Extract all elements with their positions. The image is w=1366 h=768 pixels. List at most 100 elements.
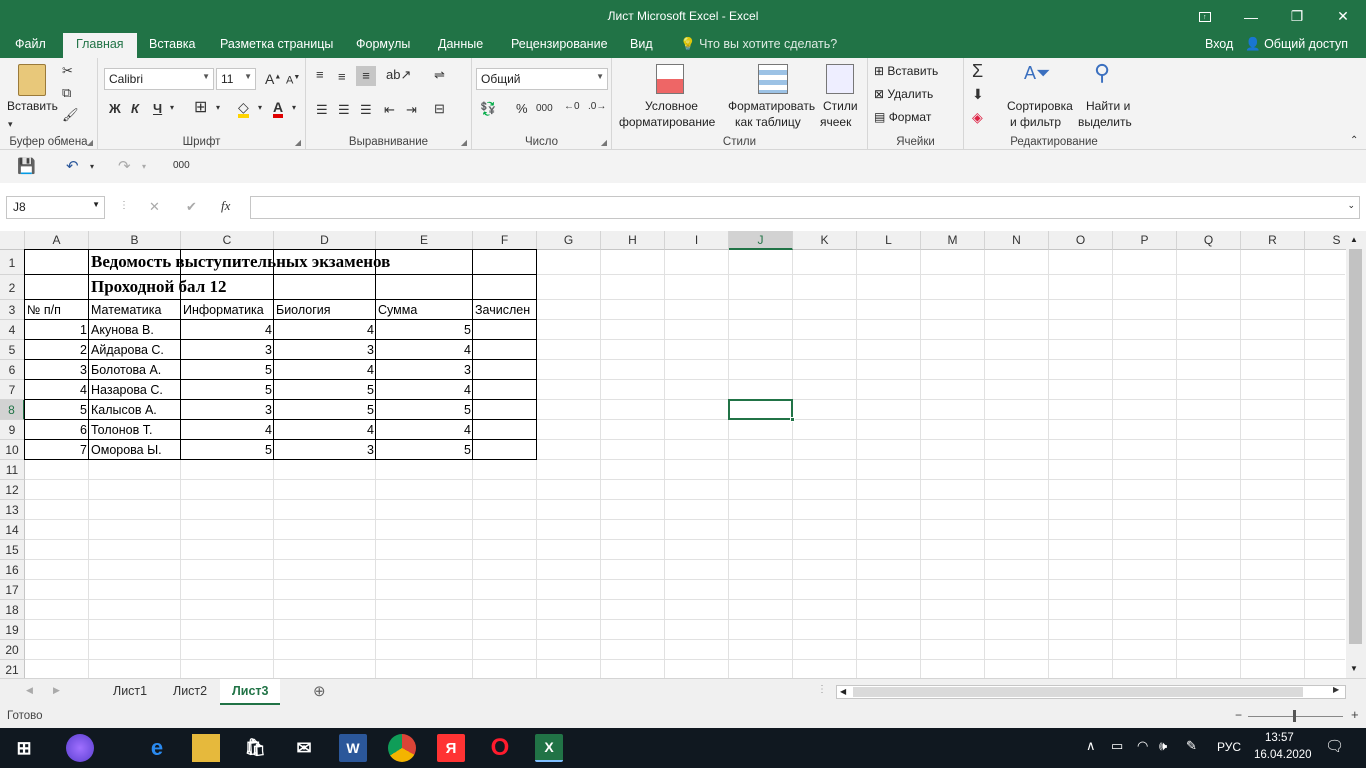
- insert-cells-button[interactable]: ⊞ Вставить: [874, 64, 938, 78]
- increase-decimal-icon[interactable]: ←0: [564, 102, 580, 112]
- thousands-button[interactable]: 000: [536, 104, 553, 114]
- alignment-launcher-icon[interactable]: ◢: [461, 138, 467, 147]
- name-box[interactable]: J8 ▼: [6, 196, 105, 219]
- cell-e5[interactable]: 4: [376, 340, 473, 360]
- orientation-icon[interactable]: ab↗: [386, 68, 411, 81]
- format-painter-icon[interactable]: 🖌: [62, 108, 79, 121]
- column-header-l[interactable]: L: [857, 231, 921, 250]
- cell-c6[interactable]: 5: [181, 360, 274, 380]
- number-launcher-icon[interactable]: ◢: [601, 138, 607, 147]
- clipboard-launcher-icon[interactable]: ◢: [87, 138, 93, 147]
- row-header-18[interactable]: 18: [0, 600, 25, 620]
- yandex-browser-icon[interactable]: Я: [437, 734, 465, 762]
- wrap-text-icon[interactable]: ⇌: [434, 68, 445, 81]
- row-header-3[interactable]: 3: [0, 300, 25, 320]
- cell-a10[interactable]: 7: [25, 440, 89, 460]
- store-icon[interactable]: 🛍: [241, 734, 269, 762]
- cell-b10[interactable]: Оморова Ы.: [89, 440, 181, 460]
- enter-icon[interactable]: ✔: [186, 200, 197, 213]
- bold-button[interactable]: Ж: [109, 102, 121, 115]
- align-bottom-icon[interactable]: ≡: [356, 66, 376, 86]
- cell-b5[interactable]: Айдарова С.: [89, 340, 181, 360]
- tab-insert[interactable]: Вставка: [149, 37, 195, 51]
- alice-assistant-icon[interactable]: [66, 734, 94, 762]
- sort-filter-label1[interactable]: Сортировка: [1007, 99, 1073, 113]
- worksheet-grid[interactable]: A B C D E F G H I J K L M N O P Q R S 1 2 3 4 5 6 7 8 9 10 11 12 13 14 15…: [0, 231, 1346, 678]
- row-header-8[interactable]: 8: [0, 400, 25, 420]
- column-header-i[interactable]: I: [665, 231, 729, 250]
- cancel-icon[interactable]: ✕: [149, 200, 160, 213]
- cell-e10[interactable]: 5: [376, 440, 473, 460]
- zoom-in-icon[interactable]: +: [1351, 707, 1359, 722]
- cell-a4[interactable]: 1: [25, 320, 89, 340]
- clear-icon[interactable]: ◈: [972, 110, 983, 124]
- cell-c5[interactable]: 3: [181, 340, 274, 360]
- restore-button[interactable]: ❐: [1274, 0, 1320, 33]
- row-header-11[interactable]: 11: [0, 460, 25, 480]
- row-header-10[interactable]: 10: [0, 440, 25, 460]
- tab-split-grip-icon[interactable]: ⋮: [817, 685, 827, 695]
- row-header-12[interactable]: 12: [0, 480, 25, 500]
- cell-b3[interactable]: Математика: [89, 300, 181, 320]
- cell-styles-label1[interactable]: Стили: [823, 99, 858, 113]
- find-select-label2[interactable]: выделить: [1078, 115, 1132, 129]
- column-header-s[interactable]: S: [1305, 231, 1346, 250]
- sheet-tab-1[interactable]: Лист1: [101, 679, 159, 705]
- pen-icon[interactable]: ✎: [1186, 738, 1197, 754]
- minimize-button[interactable]: —: [1228, 0, 1274, 33]
- cell-d4[interactable]: 4: [274, 320, 376, 340]
- sheet-tab-2[interactable]: Лист2: [161, 679, 219, 705]
- conditional-formatting-label2[interactable]: форматирование: [619, 115, 715, 129]
- row-header-14[interactable]: 14: [0, 520, 25, 540]
- format-as-table-label1[interactable]: Форматировать: [728, 99, 815, 113]
- horizontal-scrollbar[interactable]: ◀: [836, 685, 1346, 699]
- column-header-b[interactable]: B: [89, 231, 181, 250]
- cell-d10[interactable]: 3: [274, 440, 376, 460]
- battery-icon[interactable]: ▭: [1111, 738, 1123, 754]
- conditional-formatting-label1[interactable]: Условное: [645, 99, 698, 113]
- row-header-4[interactable]: 4: [0, 320, 25, 340]
- decrease-font-icon[interactable]: A▼: [286, 74, 300, 87]
- row-header-20[interactable]: 20: [0, 640, 25, 660]
- selected-cell-j8[interactable]: [728, 399, 793, 420]
- cell-e3[interactable]: Сумма: [376, 300, 473, 320]
- row-header-5[interactable]: 5: [0, 340, 25, 360]
- cell-a9[interactable]: 6: [25, 420, 89, 440]
- cell-b1[interactable]: Ведомость выступительных экзаменов: [89, 250, 392, 275]
- ribbon-display-options-button[interactable]: ↑: [1182, 0, 1228, 33]
- cell-styles-label2[interactable]: ячеек: [820, 115, 851, 129]
- clock-time[interactable]: 13:57: [1265, 732, 1294, 744]
- cell-d6[interactable]: 4: [274, 360, 376, 380]
- currency-icon[interactable]: 💱: [480, 102, 496, 115]
- tab-view[interactable]: Вид: [630, 37, 653, 51]
- insert-function-button[interactable]: fx: [221, 199, 230, 212]
- tab-review[interactable]: Рецензирование: [511, 37, 608, 51]
- start-windows-icon[interactable]: ⊞: [10, 734, 38, 762]
- volume-icon[interactable]: 🕪: [1159, 738, 1167, 754]
- save-icon[interactable]: 💾: [17, 159, 36, 174]
- redo-dropdown-icon[interactable]: ▾: [142, 163, 146, 171]
- align-left-icon[interactable]: ☰: [316, 103, 328, 116]
- format-as-table-icon[interactable]: [758, 64, 788, 94]
- column-header-e[interactable]: E: [376, 231, 473, 250]
- scroll-left-icon[interactable]: ◀: [840, 687, 846, 696]
- find-select-label1[interactable]: Найти и: [1086, 99, 1130, 113]
- row-header-2[interactable]: 2: [0, 275, 25, 300]
- decrease-indent-icon[interactable]: ⇤: [384, 103, 395, 116]
- scroll-up-icon[interactable]: ▲: [1350, 235, 1358, 244]
- vertical-scroll-thumb[interactable]: [1349, 249, 1362, 644]
- fill-handle[interactable]: [790, 417, 795, 422]
- font-color-dropdown-icon[interactable]: ▾: [292, 104, 296, 112]
- word-icon[interactable]: W: [339, 734, 367, 762]
- cell-c7[interactable]: 5: [181, 380, 274, 400]
- vertical-scrollbar[interactable]: ▲ ▼: [1346, 231, 1366, 678]
- column-header-f[interactable]: F: [473, 231, 537, 250]
- qat-custom-button[interactable]: 000: [173, 161, 190, 171]
- copy-icon[interactable]: ⧉: [62, 86, 71, 99]
- autosum-icon[interactable]: Σ: [972, 62, 983, 80]
- redo-icon[interactable]: ↷: [118, 159, 131, 174]
- tray-chevron-up-icon[interactable]: ∧: [1086, 738, 1096, 754]
- undo-icon[interactable]: ↶: [66, 159, 79, 174]
- merge-cells-icon[interactable]: ⊟: [434, 102, 445, 115]
- cell-styles-icon[interactable]: [826, 64, 854, 94]
